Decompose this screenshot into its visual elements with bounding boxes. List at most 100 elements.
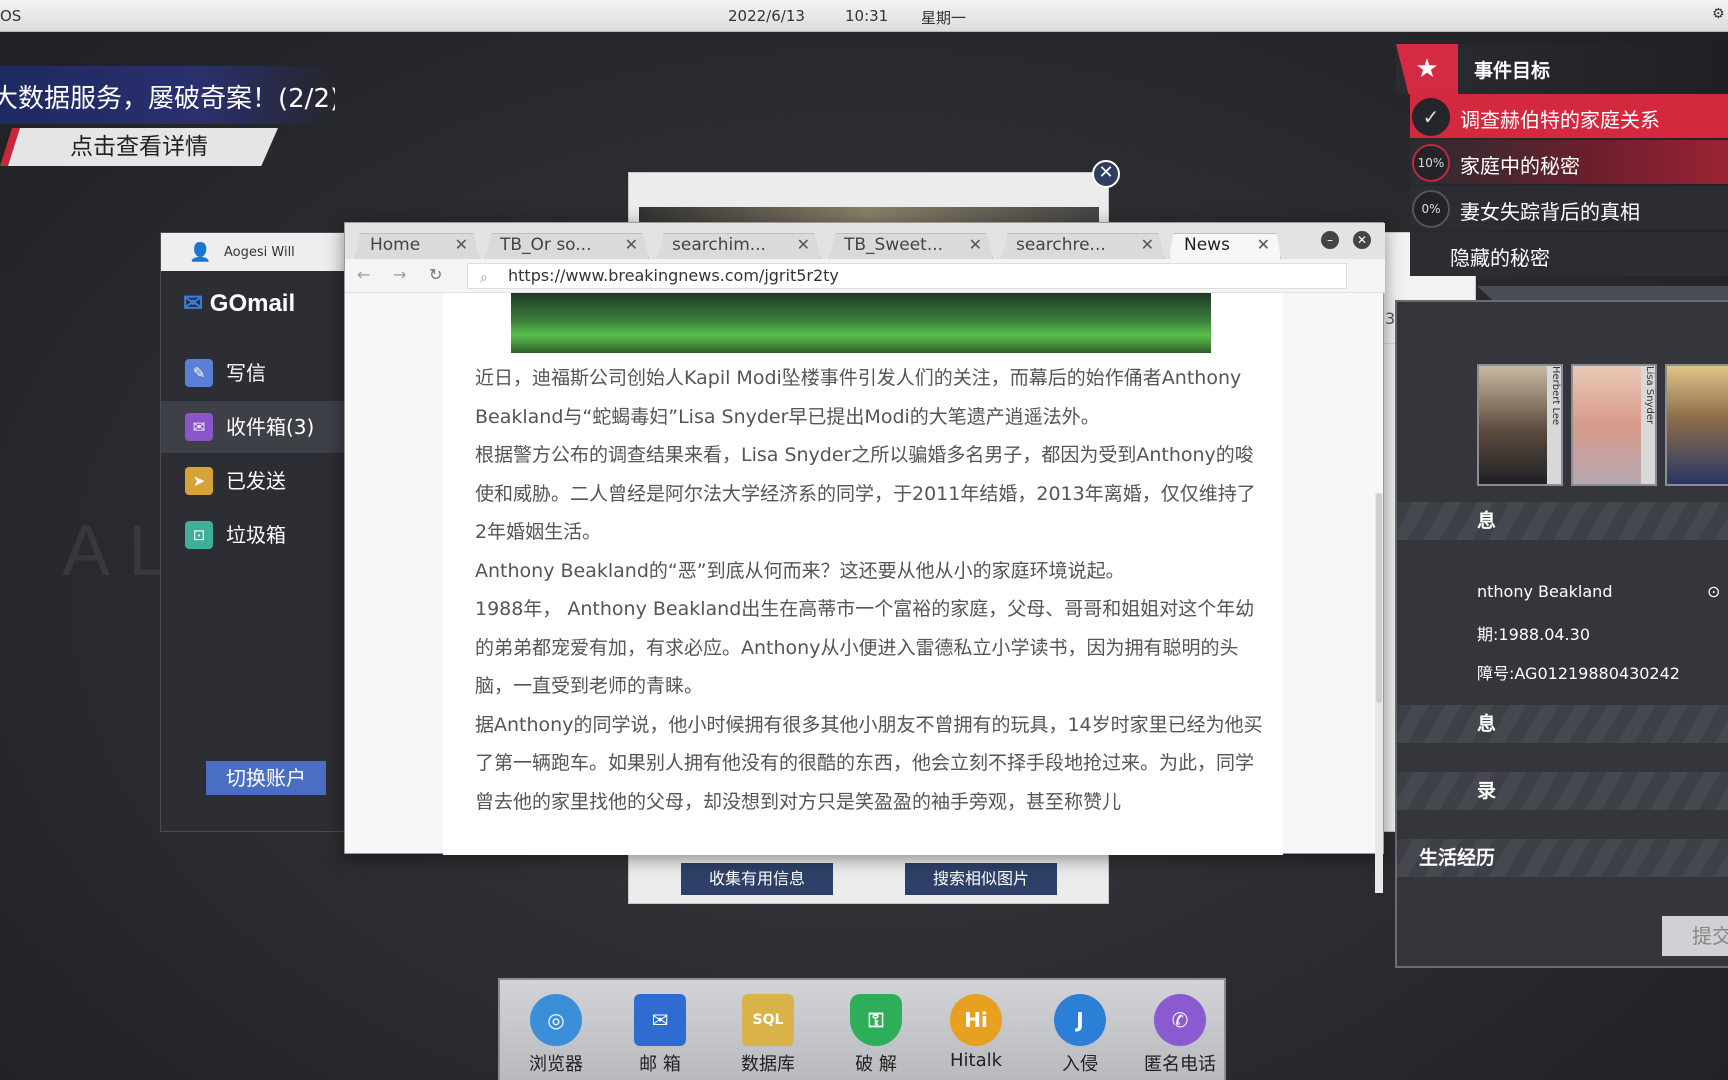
weekday-label: 星期一 <box>921 9 967 27</box>
dock-label: 入侵 <box>1062 1054 1098 1075</box>
mail-icon: ✉ <box>634 994 686 1046</box>
globe-icon: ◎ <box>530 994 582 1046</box>
reload-icon[interactable]: ↻ <box>429 265 442 284</box>
section-title: 息 <box>1477 510 1497 532</box>
article-paragraph: 据Anthony的同学说，他小时候拥有很多其他小朋友不曾拥有的玩具，14岁时家里… <box>475 713 1263 813</box>
objective-item[interactable]: 隐藏的秘密 <box>1410 232 1728 276</box>
article-paragraph: Anthony Beakland的“恶”到底从何而来？这还要从他从小的家庭环境说… <box>475 559 1125 582</box>
dock-database[interactable]: SQL 数据库 <box>728 994 808 1080</box>
submit-button[interactable]: 提交 <box>1662 916 1728 956</box>
dock-intrude[interactable]: J 入侵 <box>1040 994 1120 1080</box>
url-text: https://www.breakingnews.com/jgrit5r2ty <box>508 266 839 285</box>
section-title: 息 <box>1477 713 1497 735</box>
tab-home[interactable]: Home ✕ <box>355 233 479 259</box>
article-paragraph: 近日，迪福斯公司创始人Kapil Modi坠楼事件引发人们的关注，而幕后的始作俑… <box>475 367 1242 428</box>
close-tab-icon[interactable]: ✕ <box>969 235 982 254</box>
dock-label: 破 解 <box>855 1054 897 1075</box>
time-label: 10:31 <box>845 7 889 25</box>
mail-trash[interactable]: ⊡ 垃圾箱 <box>161 509 351 561</box>
close-window-icon[interactable]: ✕ <box>1353 231 1371 249</box>
article-paragraph: 根据警方公布的调查结果来看，Lisa Snyder之所以骗婚多名男子，都因为受到… <box>475 444 1256 543</box>
trash-icon: ⊡ <box>185 521 213 549</box>
section-basic-info: 息 <box>1397 502 1728 540</box>
url-input[interactable]: ⌕ https://www.breakingnews.com/jgrit5r2t… <box>467 263 1347 289</box>
browser-window: Home ✕ TB_Or so... ✕ searchim... ✕ TB_Sw… <box>344 222 1385 893</box>
verify-icon[interactable]: ⊙ <box>1707 582 1720 601</box>
check-icon: ✓ <box>1412 98 1450 136</box>
dock-label: 匿名电话 <box>1144 1054 1216 1075</box>
close-tab-icon[interactable]: ✕ <box>1141 235 1154 254</box>
dock-anon-phone[interactable]: ✆ 匿名电话 <box>1134 994 1226 1080</box>
mail-item-label: 垃圾箱 <box>226 523 286 547</box>
article-paragraph: 1988年， Anthony Beakland出生在高蒂市一个富裕的家庭，父母、… <box>475 598 1255 697</box>
settings-gear-icon[interactable]: ⚙ <box>1712 6 1725 22</box>
dock-label: 邮 箱 <box>639 1054 681 1075</box>
objectives-title: 事件目标 <box>1474 60 1551 82</box>
tab-label: TB_Or so... <box>500 235 592 255</box>
tab-tb-sweet[interactable]: TB_Sweet... ✕ <box>829 233 993 259</box>
os-label: OS <box>0 7 22 25</box>
tab-news[interactable]: News ✕ <box>1169 233 1281 259</box>
section-title: 生活经历 <box>1419 847 1496 869</box>
dock-mail[interactable]: ✉ 邮 箱 <box>620 994 700 1080</box>
system-status-bar: OS 2022/6/13 10:31 星期一 ⚙ <box>0 0 1728 32</box>
mail-window: 👤 Aogesi Will ✉ GOmail ✎ 写信 ✉ 收件箱(3) ➤ 已… <box>160 232 351 832</box>
scrollbar-thumb[interactable] <box>1376 493 1382 703</box>
image-window-close-icon[interactable]: ✕ <box>1092 160 1120 188</box>
mail-compose[interactable]: ✎ 写信 <box>161 347 351 399</box>
dock-hitalk[interactable]: Hi Hitalk <box>936 994 1016 1080</box>
mail-account-header: 👤 Aogesi Will <box>161 233 351 271</box>
inbox-icon: ✉ <box>185 413 213 441</box>
address-bar: ← → ↻ ⌕ https://www.breakingnews.com/jgr… <box>345 259 1385 293</box>
close-tab-icon[interactable]: ✕ <box>455 235 468 254</box>
scrollbar[interactable] <box>1375 493 1383 893</box>
phone-icon: ✆ <box>1154 994 1206 1046</box>
tab-searchre[interactable]: searchre... ✕ <box>1001 233 1165 259</box>
mission-details-button[interactable]: 点击查看详情 <box>0 128 278 166</box>
collect-info-button[interactable]: 收集有用信息 <box>681 863 833 895</box>
sql-icon: SQL <box>742 994 794 1046</box>
mission-banner: 大数据服务，屡破奇案！(2/2) <box>0 66 335 124</box>
tab-tb-or-so[interactable]: TB_Or so... ✕ <box>485 233 649 259</box>
progress-badge: 10% <box>1412 144 1450 182</box>
mail-sent[interactable]: ➤ 已发送 <box>161 455 351 507</box>
mail-item-label: 已发送 <box>226 469 286 493</box>
mail-inbox[interactable]: ✉ 收件箱(3) <box>161 401 351 453</box>
compose-icon: ✎ <box>185 359 213 387</box>
mail-item-label: 收件箱(3) <box>226 415 315 439</box>
tab-label: searchre... <box>1016 235 1106 255</box>
forward-arrow-icon[interactable]: → <box>393 265 406 284</box>
close-tab-icon[interactable]: ✕ <box>797 235 810 254</box>
objective-item[interactable]: 10% 家庭中的秘密 <box>1410 140 1728 184</box>
article-body: 近日，迪福斯公司创始人Kapil Modi坠楼事件引发人们的关注，而幕后的始作俑… <box>475 359 1265 821</box>
dock-label: 浏览器 <box>529 1054 583 1075</box>
portrait-herbert-lee[interactable]: Herbert Lee <box>1477 364 1563 486</box>
close-tab-icon[interactable]: ✕ <box>625 235 638 254</box>
portrait-lisa-snyder[interactable]: Lisa Snyder <box>1571 364 1657 486</box>
section-info-2: 息 <box>1397 705 1728 743</box>
search-similar-button[interactable]: 搜索相似图片 <box>905 863 1057 895</box>
user-icon: 👤 <box>189 242 212 263</box>
hook-icon: J <box>1054 994 1106 1046</box>
tab-searchim[interactable]: searchim... ✕ <box>657 233 821 259</box>
dock-browser[interactable]: ◎ 浏览器 <box>516 994 596 1080</box>
dock-crack[interactable]: ⚿ 破 解 <box>836 994 916 1080</box>
back-arrow-icon[interactable]: ← <box>357 265 370 284</box>
progress-badge: 0% <box>1412 190 1450 228</box>
objective-item[interactable]: 0% 妻女失踪背后的真相 <box>1410 186 1728 230</box>
portrait-name: Lisa Snyder <box>1641 366 1655 484</box>
dock-label: 数据库 <box>741 1054 795 1075</box>
portrait-anthony[interactable] <box>1665 364 1728 486</box>
hitalk-icon: Hi <box>950 994 1002 1046</box>
tab-label: TB_Sweet... <box>844 235 944 255</box>
objective-text: 调查赫伯特的家庭关系 <box>1460 108 1660 132</box>
minimize-icon[interactable]: – <box>1321 231 1339 249</box>
tab-label: searchim... <box>672 235 766 255</box>
objectives-panel: ★ 事件目标 ✓ 调查赫伯特的家庭关系 10% 家庭中的秘密 0% 妻女失踪背后… <box>1396 44 1728 276</box>
switch-account-button[interactable]: 切换账户 <box>206 761 326 795</box>
objective-text: 家庭中的秘密 <box>1460 154 1580 178</box>
close-tab-icon[interactable]: ✕ <box>1257 235 1270 254</box>
objective-item[interactable]: ✓ 调查赫伯特的家庭关系 <box>1410 94 1728 138</box>
info-name: nthony Beakland <box>1477 582 1613 601</box>
mail-logo: ✉ GOmail <box>183 289 295 318</box>
